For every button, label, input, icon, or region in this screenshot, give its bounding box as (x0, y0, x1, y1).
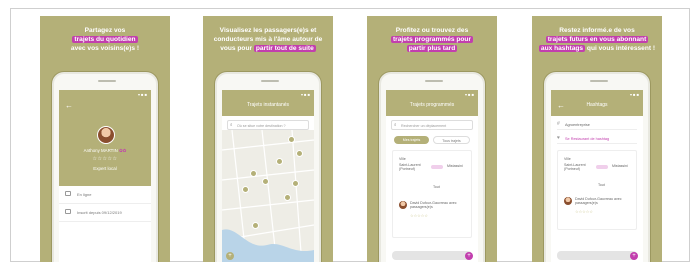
search-input[interactable]: ⌕ Rechercher un déplacement (391, 120, 473, 130)
phone-speaker (590, 80, 608, 82)
phone-mockup: ▾ ■ ■ Trajets programmés ⌕ Rechercher un… (379, 72, 485, 262)
phone-speaker (261, 80, 279, 82)
phone-mockup: ▾ ■ ■ ← Hashtags # Agroentreprise ♥ Se R… (544, 72, 650, 262)
hashtag-item[interactable]: ♥ Se Restaurant de hashtag (557, 134, 637, 144)
app-topbar: ▾ ■ ■ Trajets instantanés (222, 90, 314, 116)
panel-caption: Visualisez les passagers(e)s et conducte… (213, 27, 323, 52)
pin-icon[interactable] (288, 136, 295, 143)
search-icon: ⌕ (394, 122, 397, 127)
locate-button[interactable]: + (226, 252, 234, 260)
trip-destination: Mistassini (612, 164, 628, 168)
tab-my-trips[interactable]: Mes trajets (394, 136, 429, 144)
route-arrow-icon (431, 165, 443, 169)
status-bar: ▾ ■ ■ (464, 92, 474, 97)
back-arrow-icon[interactable]: ← (65, 102, 73, 110)
search-input[interactable]: ⌕ Où se situe votre destination ? (227, 120, 309, 130)
trip-time-label: Tout (433, 185, 440, 189)
panel-caption: Partagez vos trajets du quotidien avec v… (70, 27, 140, 52)
screen-title: Trajets programmés (409, 102, 455, 108)
pin-icon[interactable] (284, 194, 291, 201)
panel-hashtags: Restez informé.e de vos trajets futurs e… (532, 16, 662, 262)
avatar[interactable] (97, 126, 115, 144)
phone-screen: ▾ ■ ■ Trajets programmés ⌕ Rechercher un… (386, 90, 478, 262)
trip-from-label: Ville (564, 157, 571, 161)
rating-stars: ☆☆☆☆☆ (92, 156, 118, 162)
tag-icon: # (557, 121, 560, 127)
tab-all-trips[interactable]: Tous trajets (433, 136, 470, 144)
phone-mockup: ▾ ■ ■ ← Anthony MARTIN ✿✿ ☆☆☆☆☆ Expert l… (52, 72, 158, 262)
trip-card[interactable]: Ville Saint-Laurent (Portneuf) Mistassin… (392, 150, 472, 238)
pin-icon[interactable] (250, 170, 257, 177)
search-icon: ⌕ (230, 122, 233, 127)
trip-destination: Mistassini (447, 164, 463, 168)
panel-profile: Partagez vos trajets du quotidien avec v… (40, 16, 170, 262)
phone-mockup: ▾ ■ ■ Trajets instantanés ⌕ Où se situe … (215, 72, 321, 262)
phone-screen: ▾ ■ ■ ← Hashtags # Agroentreprise ♥ Se R… (551, 90, 643, 262)
profile-header: Anthony MARTIN ✿✿ ☆☆☆☆☆ Expert local (59, 116, 151, 186)
trip-from-label: Ville (399, 157, 406, 161)
screen-title: Trajets instantanés (246, 102, 290, 108)
app-topbar: ▾ ■ ■ Trajets programmés (386, 90, 478, 116)
profile-name: Anthony MARTIN ✿✿ (83, 148, 127, 153)
pin-icon[interactable] (242, 186, 249, 193)
hashtag-item[interactable]: # Agroentreprise (557, 120, 637, 130)
app-topbar: ▾ ■ ■ ← (59, 90, 151, 116)
profile-row-member-since: Inscrit depuis 09/12/2019 (59, 204, 151, 222)
rating-stars: ☆☆☆☆☆ (410, 213, 428, 218)
pin-icon[interactable] (252, 222, 259, 229)
calendar-icon (65, 209, 71, 214)
pin-icon[interactable] (292, 180, 299, 187)
panel-map: Visualisez les passagers(e)s et conducte… (203, 16, 333, 262)
status-bar: ▾ ■ ■ (137, 92, 147, 97)
pin-icon[interactable] (276, 158, 283, 165)
action-bar[interactable] (557, 251, 637, 260)
driver-info: David Dufour-Gauvreau avec passagers(e)s (575, 197, 622, 205)
message-icon (65, 191, 71, 196)
phone-speaker (98, 80, 116, 82)
add-trip-button[interactable]: + (465, 252, 473, 260)
panel-scheduled-trips: Profitez ou trouvez des trajets programm… (367, 16, 497, 262)
status-bar: ▾ ■ ■ (300, 92, 310, 97)
trip-card[interactable]: Ville Saint-Laurent (Portneuf) Mistassin… (557, 150, 637, 230)
route-arrow-icon (596, 165, 608, 169)
trip-origin: Saint-Laurent (Portneuf) (564, 163, 586, 171)
driver-avatar (564, 197, 572, 205)
phone-speaker (425, 80, 443, 82)
rating-stars: ☆☆☆☆☆ (575, 209, 593, 214)
heart-icon: ♥ (557, 135, 560, 141)
map-view[interactable]: + (222, 130, 314, 262)
screen-title: Hashtags (586, 102, 608, 108)
panel-caption: Restez informé.e de vos trajets futurs e… (538, 27, 656, 52)
add-trip-button[interactable]: + (630, 252, 638, 260)
trip-origin: Saint-Laurent (Portneuf) (399, 163, 421, 171)
profile-row-status: En ligne (59, 186, 151, 204)
phone-screen: ▾ ■ ■ Trajets instantanés ⌕ Où se situe … (222, 90, 314, 262)
action-bar[interactable] (392, 251, 472, 260)
trip-time-label: Tout (598, 183, 605, 187)
status-bar: ▾ ■ ■ (629, 92, 639, 97)
pin-icon[interactable] (296, 150, 303, 157)
phone-screen: ▾ ■ ■ ← Anthony MARTIN ✿✿ ☆☆☆☆☆ Expert l… (59, 90, 151, 262)
driver-avatar (399, 201, 407, 209)
pin-icon[interactable] (262, 178, 269, 185)
app-topbar: ▾ ■ ■ ← Hashtags (551, 90, 643, 116)
panel-caption: Profitez ou trouvez des trajets programm… (390, 27, 474, 52)
driver-info: David Dufour-Gauvreau avec passagers(e)s (410, 201, 457, 209)
trip-tabs: Mes trajets Tous trajets (394, 136, 470, 144)
profile-role: Expert local (93, 166, 117, 171)
